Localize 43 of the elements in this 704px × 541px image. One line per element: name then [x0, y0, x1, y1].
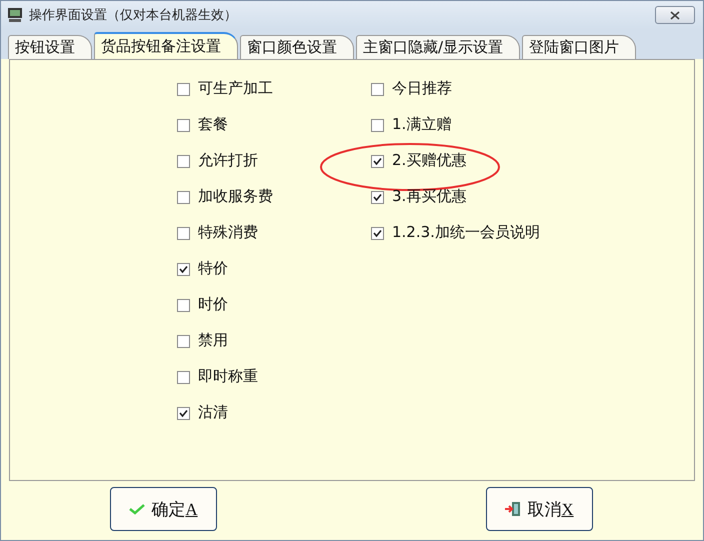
checkbox-label: 今日推荐 [392, 79, 452, 98]
monitor-icon [7, 7, 23, 23]
checkbox[interactable] [177, 335, 190, 348]
checkbox[interactable] [177, 191, 190, 204]
checkbox-label: 套餐 [198, 115, 228, 134]
checkbox-label: 禁用 [198, 331, 228, 350]
checkbox-label: 3.再买优惠 [392, 187, 466, 206]
checkbox[interactable] [177, 263, 190, 276]
close-icon [670, 10, 680, 20]
checkbox[interactable] [371, 191, 384, 204]
close-button[interactable] [655, 6, 695, 24]
checkbox-label: 即时称重 [198, 367, 258, 386]
checkbox[interactable] [177, 83, 190, 96]
checkmark-icon [129, 503, 146, 515]
checkbox-label: 沽清 [198, 403, 228, 422]
checkbox-label: 加收服务费 [198, 187, 273, 206]
cancel-button[interactable]: 取消X [486, 487, 593, 531]
checkbox-label: 特价 [198, 259, 228, 278]
checkbox-label: 允许打折 [198, 151, 258, 170]
window-title: 操作界面设置（仅对本台机器生效） [29, 7, 238, 24]
checkbox-label: 特殊消费 [198, 223, 258, 242]
checkbox[interactable] [371, 155, 384, 168]
checkbox-label: 2.买赠优惠 [392, 151, 466, 170]
checkbox[interactable] [177, 119, 190, 132]
tab[interactable]: 按钮设置 [8, 35, 92, 59]
checkbox[interactable] [177, 155, 190, 168]
ok-button[interactable]: 确定A [110, 487, 217, 531]
checkbox[interactable] [177, 407, 190, 420]
checkbox[interactable] [177, 227, 190, 240]
checkbox[interactable] [371, 119, 384, 132]
tab[interactable]: 货品按钮备注设置 [94, 32, 238, 59]
checkbox-label: 1.满立赠 [392, 115, 452, 134]
checkbox[interactable] [371, 83, 384, 96]
checkbox[interactable] [177, 371, 190, 384]
checkbox[interactable] [371, 227, 384, 240]
checkbox-label: 时价 [198, 295, 228, 314]
checkbox-label: 1.2.3.加统一会员说明 [392, 223, 540, 242]
tab[interactable]: 主窗口隐藏/显示设置 [356, 35, 520, 59]
tab[interactable]: 登陆窗口图片 [522, 35, 636, 59]
checkbox-label: 可生产加工 [198, 79, 273, 98]
checkbox[interactable] [177, 299, 190, 312]
exit-door-icon [505, 501, 522, 517]
tab[interactable]: 窗口颜色设置 [240, 35, 354, 59]
